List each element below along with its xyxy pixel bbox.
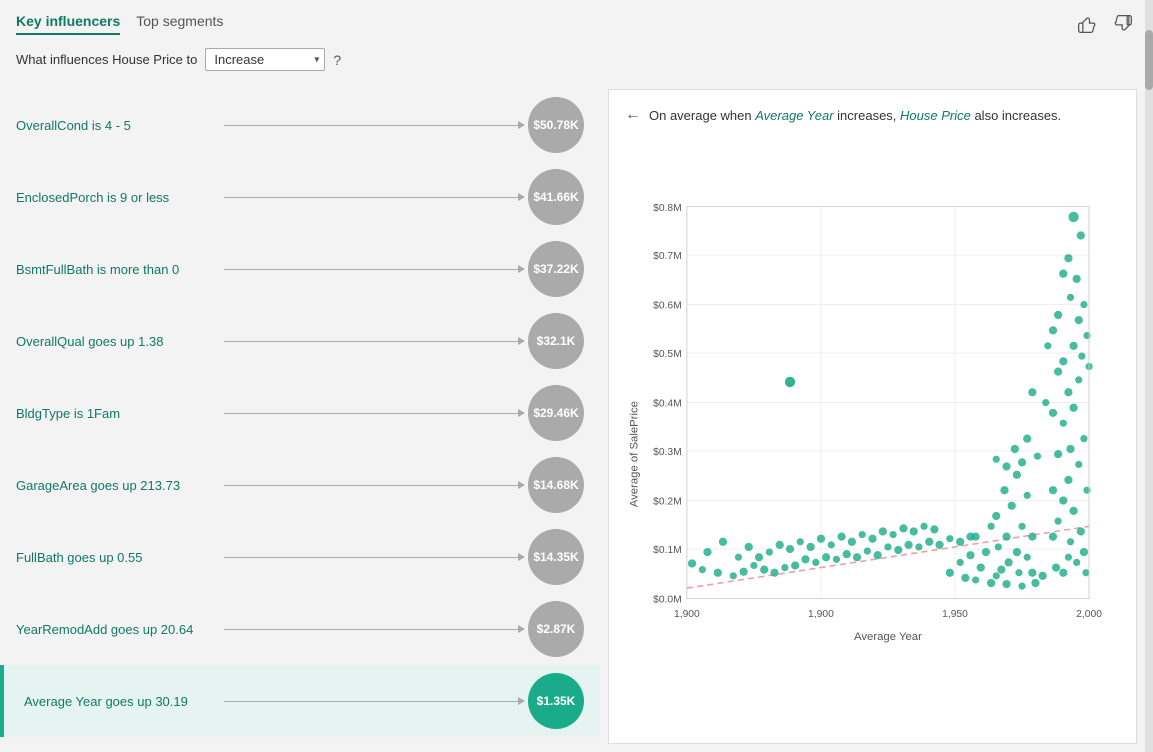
value-bubble-6: $14.35K: [528, 529, 584, 585]
connector-1: [224, 197, 520, 198]
influencer-item-3[interactable]: OverallQual goes up 1.38 $32.1K: [0, 305, 600, 377]
tabs: Key influencers Top segments: [16, 13, 223, 35]
svg-text:$0.6M: $0.6M: [653, 301, 682, 312]
connector-4: [224, 413, 520, 414]
item-label-5: GarageArea goes up 213.73: [16, 478, 216, 493]
influencer-item-5[interactable]: GarageArea goes up 213.73 $14.68K: [0, 449, 600, 521]
scrollbar[interactable]: [1145, 81, 1153, 752]
connector-3: [224, 341, 520, 342]
svg-text:$0.0M: $0.0M: [653, 595, 682, 606]
influencer-item-6[interactable]: FullBath goes up 0.55 $14.35K: [0, 521, 600, 593]
tab-key-influencers[interactable]: Key influencers: [16, 13, 120, 35]
influencer-item-2[interactable]: BsmtFullBath is more than 0 $37.22K: [0, 233, 600, 305]
value-bubble-5: $14.68K: [528, 457, 584, 513]
value-bubble-0: $50.78K: [528, 97, 584, 153]
chart-area: Average of SalePrice: [625, 140, 1120, 727]
thumbs-up-icon[interactable]: [1073, 10, 1101, 38]
influencer-item-7[interactable]: YearRemodAdd goes up 20.64 $2.87K: [0, 593, 600, 665]
main-container: Key influencers Top segments What influe…: [0, 0, 1153, 752]
right-panel: ← On average when Average Year increases…: [608, 89, 1137, 744]
influencer-item-4[interactable]: BldgType is 1Fam $29.46K: [0, 377, 600, 449]
connector-8: [224, 701, 520, 702]
scatter-chart: Average of SalePrice: [625, 140, 1120, 727]
help-icon[interactable]: ?: [333, 52, 341, 68]
connector-2: [224, 269, 520, 270]
influencer-item-8[interactable]: Average Year goes up 30.19 $1.35K: [0, 665, 600, 737]
svg-text:1,950: 1,950: [942, 609, 968, 620]
svg-text:$0.4M: $0.4M: [653, 399, 682, 410]
back-arrow-icon[interactable]: ←: [625, 106, 641, 124]
influencer-item-1[interactable]: EnclosedPorch is 9 or less $41.66K: [0, 161, 600, 233]
item-label-0: OverallCond is 4 - 5: [16, 118, 216, 133]
top-bar: Key influencers Top segments: [0, 0, 1153, 44]
item-label-1: EnclosedPorch is 9 or less: [16, 190, 216, 205]
connector-7: [224, 629, 520, 630]
item-label-4: BldgType is 1Fam: [16, 406, 216, 421]
dropdown-wrapper: Increase Decrease ▾: [205, 48, 325, 71]
svg-text:1,900: 1,900: [674, 609, 700, 620]
svg-text:2,000: 2,000: [1076, 609, 1102, 620]
connector-6: [224, 557, 520, 558]
influencer-item-0[interactable]: OverallCond is 4 - 5 $50.78K: [0, 89, 600, 161]
highlight-bar: [0, 665, 4, 737]
content-area: OverallCond is 4 - 5 $50.78K EnclosedPor…: [0, 81, 1153, 752]
value-bubble-7: $2.87K: [528, 601, 584, 657]
item-label-8: Average Year goes up 30.19: [16, 694, 216, 709]
filter-label: What influences House Price to: [16, 52, 197, 67]
connector-0: [224, 125, 520, 126]
svg-text:$0.5M: $0.5M: [653, 349, 682, 360]
svg-text:$0.8M: $0.8M: [653, 203, 682, 214]
thumbs-down-icon[interactable]: [1109, 10, 1137, 38]
y-axis-label: Average of SalePrice: [628, 401, 640, 507]
item-label-7: YearRemodAdd goes up 20.64: [16, 622, 216, 637]
tab-top-segments[interactable]: Top segments: [136, 13, 223, 35]
svg-text:$0.7M: $0.7M: [653, 251, 682, 262]
svg-text:1,900: 1,900: [808, 609, 834, 620]
chart-header: ← On average when Average Year increases…: [625, 106, 1120, 124]
value-bubble-1: $41.66K: [528, 169, 584, 225]
item-label-3: OverallQual goes up 1.38: [16, 334, 216, 349]
svg-text:$0.1M: $0.1M: [653, 545, 682, 556]
top-icons: [1073, 10, 1137, 38]
svg-text:Average Year: Average Year: [854, 631, 922, 643]
filter-row: What influences House Price to Increase …: [0, 44, 1153, 81]
scrollbar-thumb: [1145, 81, 1153, 90]
value-bubble-3: $32.1K: [528, 313, 584, 369]
influence-direction-select[interactable]: Increase Decrease: [205, 48, 325, 71]
item-label-2: BsmtFullBath is more than 0: [16, 262, 216, 277]
connector-5: [224, 485, 520, 486]
svg-text:$0.2M: $0.2M: [653, 497, 682, 508]
svg-text:$0.3M: $0.3M: [653, 447, 682, 458]
value-bubble-8: $1.35K: [528, 673, 584, 729]
value-bubble-4: $29.46K: [528, 385, 584, 441]
value-bubble-2: $37.22K: [528, 241, 584, 297]
chart-description: On average when Average Year increases, …: [649, 108, 1061, 123]
left-panel: OverallCond is 4 - 5 $50.78K EnclosedPor…: [0, 81, 600, 752]
item-label-6: FullBath goes up 0.55: [16, 550, 216, 565]
